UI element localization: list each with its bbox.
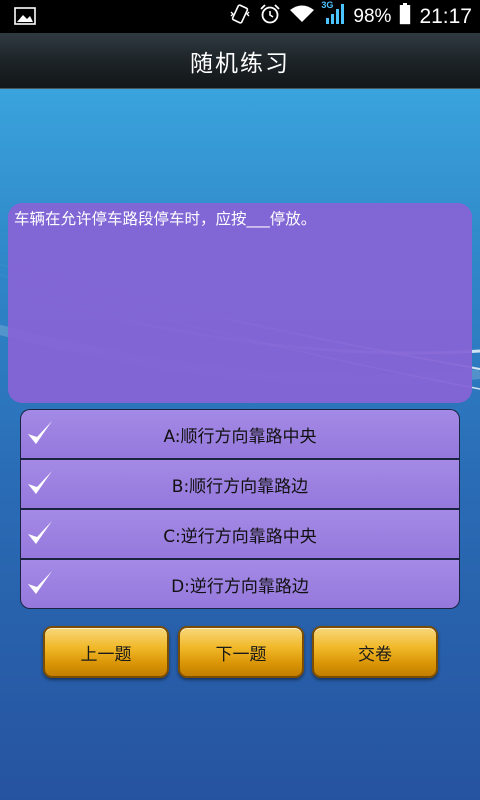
image-notification-icon bbox=[14, 7, 36, 29]
previous-question-button[interactable]: 上一题 bbox=[43, 626, 169, 678]
wifi-icon bbox=[289, 4, 315, 29]
submit-exam-button[interactable]: 交卷 bbox=[312, 626, 438, 678]
alarm-icon bbox=[259, 3, 281, 30]
status-bar: 3G 98% 21:17 bbox=[0, 0, 480, 33]
network-type-label: 3G bbox=[321, 0, 334, 10]
option-label: A:顺行方向靠路中央 bbox=[163, 426, 317, 447]
check-icon bbox=[25, 418, 55, 453]
option-label: B:顺行方向靠路边 bbox=[171, 476, 309, 497]
page-title: 随机练习 bbox=[190, 50, 290, 77]
option-c[interactable]: C:逆行方向靠路中央 bbox=[21, 510, 459, 558]
signal-icon: 3G bbox=[321, 0, 345, 30]
option-b[interactable]: B:顺行方向靠路边 bbox=[21, 460, 459, 508]
vibrate-icon bbox=[229, 3, 251, 30]
clock: 21:17 bbox=[419, 4, 472, 28]
next-question-button[interactable]: 下一题 bbox=[178, 626, 304, 678]
navigation-buttons: 上一题 下一题 交卷 bbox=[43, 626, 439, 678]
option-a[interactable]: A:顺行方向靠路中央 bbox=[21, 410, 459, 458]
check-icon bbox=[25, 468, 55, 503]
question-box: 车辆在允许停车路段停车时，应按___停放。 bbox=[8, 203, 472, 403]
battery-percent: 98% bbox=[353, 5, 392, 27]
option-label: C:逆行方向靠路中央 bbox=[163, 526, 317, 547]
option-label: D:逆行方向靠路边 bbox=[171, 576, 309, 597]
check-icon bbox=[25, 568, 55, 603]
answer-options: A:顺行方向靠路中央 B:顺行方向靠路边 C:逆行方向靠路中央 D:逆行方向靠路… bbox=[20, 409, 460, 609]
battery-icon bbox=[399, 3, 411, 30]
question-text: 车辆在允许停车路段停车时，应按___停放。 bbox=[14, 210, 317, 228]
option-d[interactable]: D:逆行方向靠路边 bbox=[21, 560, 459, 608]
check-icon bbox=[25, 518, 55, 553]
title-bar: 随机练习 bbox=[0, 33, 480, 89]
